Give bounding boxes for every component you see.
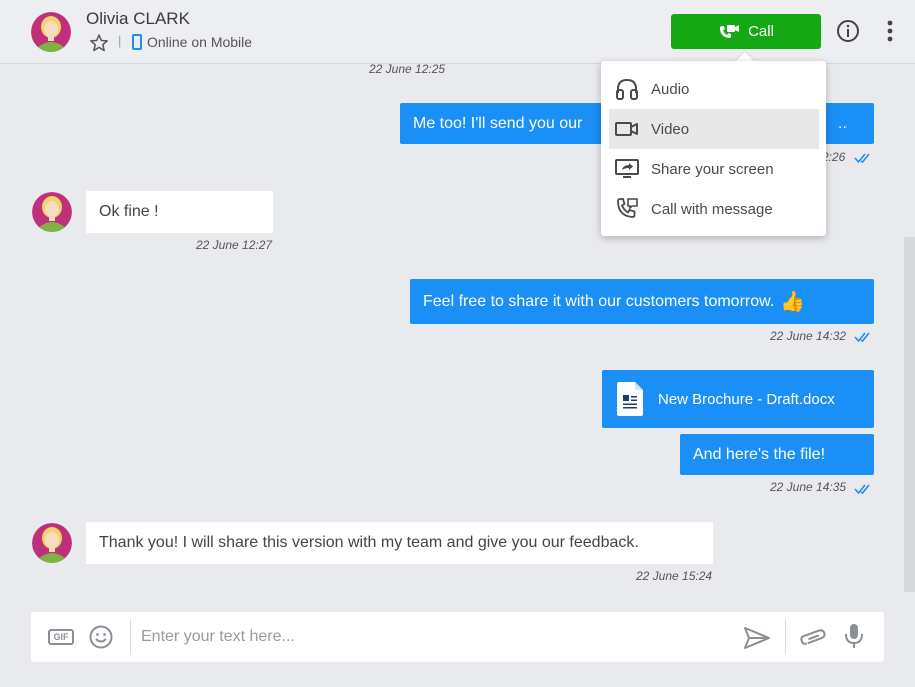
call-options-menu: Audio Video Share your screen Call with … [601, 61, 826, 236]
gif-icon[interactable]: GIF [48, 629, 74, 645]
message-input[interactable] [141, 620, 731, 654]
contact-avatar[interactable] [32, 192, 72, 232]
send-icon[interactable] [743, 625, 771, 651]
menu-item-label: Audio [651, 80, 690, 98]
menu-item-share-screen[interactable]: Share your screen [609, 149, 819, 189]
outgoing-message[interactable]: And here's the file! [680, 434, 874, 475]
menu-item-label: Share your screen [651, 160, 774, 178]
message-text: Thank you! I will share this version wit… [99, 534, 639, 551]
header-separator: | [118, 33, 122, 48]
presence-status: Online on Mobile [147, 34, 253, 50]
outgoing-message[interactable]: Feel free to share it with our customers… [410, 279, 874, 324]
message-text-tail: .. [838, 114, 847, 132]
message-time: 22 June 14:32 [770, 329, 847, 343]
message-text: Feel free to share it with our customers… [423, 292, 775, 310]
favorite-star-icon[interactable] [89, 33, 109, 53]
phone-message-icon [617, 198, 638, 218]
microphone-icon[interactable] [844, 623, 864, 649]
read-receipt-icon [854, 484, 870, 495]
info-icon[interactable] [836, 19, 860, 43]
scrollbar[interactable] [904, 237, 915, 592]
menu-item-label: Video [651, 120, 690, 138]
document-icon [617, 382, 643, 416]
composer-divider [130, 619, 131, 655]
read-receipt-icon [854, 153, 870, 164]
message-text: Me too! I'll send you our [413, 114, 583, 132]
message-composer: GIF [31, 612, 884, 662]
more-options-icon[interactable] [879, 19, 901, 43]
contact-avatar[interactable] [32, 523, 72, 563]
share-screen-icon [615, 159, 639, 178]
call-button-label: Call [748, 23, 774, 40]
contact-avatar[interactable] [31, 12, 71, 52]
message-text: And here's the file! [693, 445, 826, 463]
paperclip-icon[interactable] [798, 627, 828, 647]
message-time: 22 June 14:35 [770, 480, 847, 494]
mobile-phone-icon [132, 34, 142, 50]
contact-name: Olivia CLARK [86, 9, 190, 28]
emoji-icon[interactable] [89, 625, 113, 649]
message-time: 22 June 15:24 [636, 569, 713, 583]
menu-item-audio[interactable]: Audio [609, 69, 819, 109]
chat-header: Olivia CLARK | Online on Mobile Call [0, 0, 915, 64]
thumbs-up-emoji: 👍 [780, 291, 806, 313]
file-name: New Brochure - Draft.docx [658, 390, 835, 408]
video-call-icon [720, 24, 740, 38]
incoming-message[interactable]: Thank you! I will share this version wit… [86, 522, 713, 564]
message-time: 22 June 12:27 [196, 238, 273, 252]
read-receipt-icon [854, 332, 870, 343]
menu-item-video[interactable]: Video [609, 109, 819, 149]
composer-divider [785, 619, 786, 655]
video-camera-icon [615, 122, 638, 136]
call-button[interactable]: Call [671, 14, 821, 49]
file-attachment-message[interactable]: New Brochure - Draft.docx [602, 370, 874, 428]
menu-item-call-with-message[interactable]: Call with message [609, 189, 819, 229]
message-timestamp: 22 June 12:25 [369, 62, 446, 76]
message-text: Ok fine ! [99, 203, 159, 220]
incoming-message[interactable]: Ok fine ! [86, 191, 273, 233]
menu-item-label: Call with message [651, 200, 773, 218]
headphones-icon [616, 78, 638, 100]
